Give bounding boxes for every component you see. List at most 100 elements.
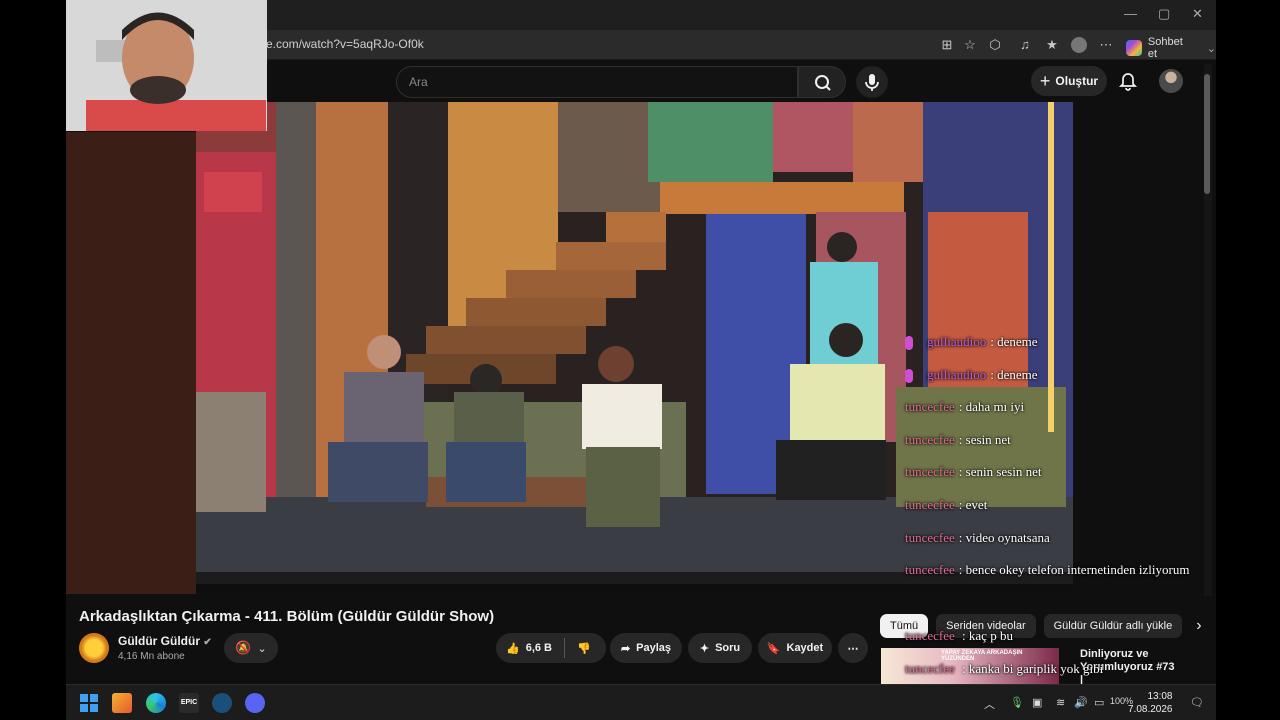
chat-line: tuncecfee: bence okey telefon internetin… — [905, 562, 1215, 595]
chat-line: tuncecfee: sesin net — [905, 432, 1215, 465]
chat-badge-icon — [905, 336, 913, 350]
subscribed-notifications-button[interactable]: 🔕 ⌄ — [224, 633, 278, 663]
create-label: Oluştur — [1055, 74, 1099, 88]
channel-name[interactable]: Güldür Güldür ✔ — [118, 634, 212, 648]
wifi-icon[interactable]: ≋ — [1056, 696, 1065, 709]
chat-message: : senin sesin net — [958, 464, 1042, 480]
chat-line: gulliaudioo: deneme — [905, 367, 1215, 400]
chat-message: : sesin net — [958, 431, 1011, 447]
chat-username: tuncecfee — [905, 496, 955, 512]
webcam-feed — [66, 0, 267, 131]
subscriber-count: 4,16 Mn abone — [118, 651, 185, 662]
chat-message: : deneme — [990, 334, 1038, 349]
create-button[interactable]: + Oluştur — [1031, 66, 1107, 96]
plus-icon: + — [1039, 70, 1051, 91]
video-info-section: Arkadaşlıktan Çıkarma - 411. Bölüm (Güld… — [66, 596, 1216, 686]
save-label: Kaydet — [786, 642, 824, 654]
clock[interactable]: 13:08 7.08.2026 — [1128, 690, 1173, 716]
account-avatar[interactable] — [1159, 69, 1183, 93]
steam-icon[interactable] — [212, 693, 232, 713]
bell-off-icon: 🔕 — [235, 640, 252, 655]
minimize-button[interactable]: — — [1124, 6, 1137, 21]
windows-start-icon[interactable] — [79, 693, 99, 713]
network-tray-icon[interactable]: ▣ — [1032, 696, 1042, 709]
favorite-star-icon[interactable]: ☆ — [962, 37, 978, 53]
volume-icon[interactable]: 🔊 — [1074, 696, 1088, 709]
chat-message: : bence okey telefon internetinden izliy… — [958, 562, 1190, 578]
chat-username: tuncecfee — [905, 562, 955, 578]
left-wall-panel — [66, 132, 196, 594]
chevron-right-icon[interactable]: › — [1196, 614, 1201, 638]
divider — [564, 638, 565, 658]
tray-overflow-icon[interactable]: ︿ — [984, 696, 995, 712]
discord-icon[interactable] — [245, 693, 265, 713]
chat-line: tuncecfee: video oynatsana — [905, 530, 1215, 563]
channel-avatar[interactable] — [79, 633, 109, 663]
chat-username: gulliaudioo — [927, 334, 987, 349]
more-icon: ⋯ — [847, 642, 859, 655]
voice-search-button[interactable] — [856, 66, 888, 98]
chat-message: : video oynatsana — [958, 529, 1050, 545]
chat-username: gulliaudioo — [927, 366, 987, 382]
search-icon — [815, 75, 831, 91]
chat-username: tuncecfee — [905, 661, 955, 676]
split-view-icon[interactable]: ⊞ — [939, 37, 955, 53]
verified-icon: ✔ — [203, 637, 212, 648]
webcam-overlay — [66, 0, 267, 131]
extensions-icon[interactable]: ⬡ — [987, 37, 1003, 53]
share-button[interactable]: ➦ Paylaş — [610, 633, 682, 663]
chat-line: tuncecfee: evet — [905, 497, 1215, 530]
right-black-border — [1216, 0, 1280, 720]
chat-line: tuncecfee: daha mı iyi — [905, 399, 1215, 432]
like-button[interactable]: 👍 6,6 B — [506, 642, 552, 655]
chevron-down-icon: ⌄ — [1206, 42, 1216, 55]
copilot-icon — [1126, 40, 1142, 56]
microphone-icon — [865, 74, 879, 91]
maximize-button[interactable]: ▢ — [1158, 6, 1170, 22]
channel-name-text: Güldür Güldür — [118, 634, 200, 648]
copilot-label: Sohbet et — [1147, 36, 1183, 60]
ask-button[interactable]: ✦ Soru — [688, 633, 752, 663]
epic-games-icon[interactable]: EPIC — [179, 693, 199, 713]
chat-line: tuncecfee: senin sesin net — [905, 464, 1215, 497]
stream-chat-overlay: gulliaudioo: deneme gulliaudioo: deneme … — [905, 334, 1215, 595]
url-text[interactable]: e.com/watch?v=5aqRJo-Of0k — [266, 37, 424, 51]
save-button[interactable]: 🔖 Kaydet — [758, 633, 832, 663]
video-title: Arkadaşlıktan Çıkarma - 411. Bölüm (Güld… — [79, 608, 495, 625]
thumbs-down-icon[interactable]: 👎 — [577, 642, 591, 655]
favorites-icon[interactable]: ★ — [1044, 37, 1060, 53]
notifications-icon[interactable]: 🗨 — [1190, 696, 1204, 709]
close-button[interactable]: ✕ — [1192, 6, 1203, 22]
store-icon[interactable] — [112, 693, 132, 713]
copilot-button[interactable]: Sohbet et ⌄ — [1126, 36, 1216, 60]
microphone-tray-icon[interactable]: 🎙 — [1010, 696, 1024, 709]
media-icon[interactable]: ♫ — [1017, 37, 1033, 53]
chat-line: tuncecfee : kanka bi gariplik yok gibi — [905, 661, 1103, 677]
scrollbar-thumb[interactable] — [1204, 74, 1210, 194]
more-menu-icon[interactable]: ⋯ — [1098, 37, 1114, 53]
chat-line: gulliaudioo: deneme — [905, 334, 1215, 367]
thumbs-up-icon: 👍 — [506, 642, 520, 655]
chat-username: tuncecfee — [905, 431, 955, 447]
chat-message: : kaç p bu — [962, 628, 1013, 643]
taskbar: EPIC ︿ 🎙 ▣ ≋ 🔊 ▭ 100% 13:08 7.08.2026 🗨 — [66, 684, 1216, 720]
notifications-bell-icon[interactable] — [1116, 70, 1140, 94]
chat-line: tuncecfee : kaç p bu — [905, 628, 1103, 661]
chat-badge-icon — [905, 368, 913, 383]
screen: — ▢ ✕ e.com/watch?v=5aqRJo-Of0k ⊞ ☆ ⬡ ♫ … — [0, 0, 1280, 720]
search-button[interactable] — [798, 66, 846, 98]
search-input[interactable]: Ara — [396, 66, 798, 98]
chevron-down-icon: ⌄ — [257, 642, 267, 655]
edge-browser-icon[interactable] — [146, 693, 166, 713]
chat-username: tuncecfee — [905, 628, 955, 643]
chat-message: : deneme — [990, 366, 1038, 382]
clock-time: 13:08 — [1147, 691, 1173, 702]
profile-icon[interactable] — [1071, 37, 1087, 53]
more-actions-button[interactable]: ⋯ — [838, 633, 868, 663]
ask-label: Soru — [715, 642, 741, 654]
like-dislike-group: 👍 6,6 B 👎 — [496, 633, 606, 663]
clock-date: 7.08.2026 — [1128, 704, 1173, 715]
chat-overflow: tuncecfee : kaç p bu tuncecfee : kanka b… — [905, 628, 1103, 677]
chat-message: : evet — [958, 496, 988, 512]
battery-icon[interactable]: ▭ — [1094, 696, 1104, 709]
